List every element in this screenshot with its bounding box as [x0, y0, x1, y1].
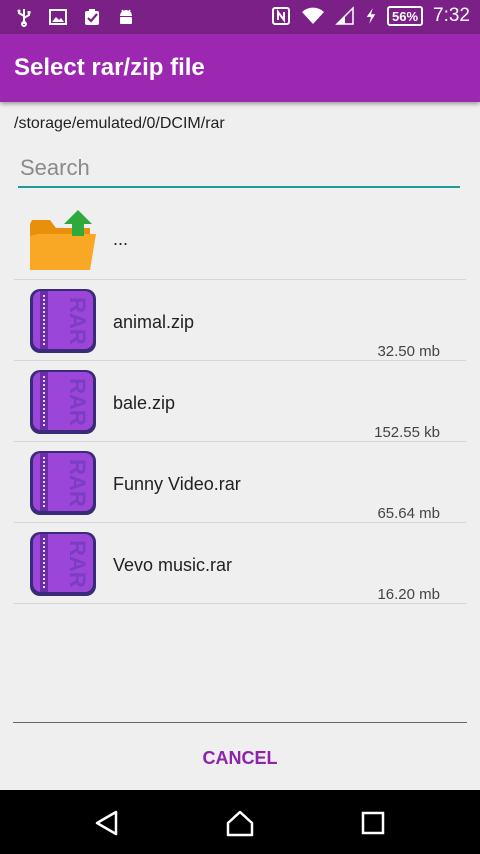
file-size: 152.55 kb: [374, 424, 440, 441]
divider: [13, 722, 467, 723]
clock: 7:32: [433, 5, 470, 26]
list-item-parent-folder[interactable]: ...: [14, 199, 466, 280]
svg-text:RAR: RAR: [65, 459, 90, 507]
rar-archive-icon: RAR: [30, 451, 96, 515]
file-list: ... RAR animal.zip 32.50 mb RAR bale.zip…: [14, 199, 466, 604]
page-title: Select rar/zip file: [14, 54, 205, 81]
svg-text:RAR: RAR: [65, 297, 90, 345]
clipboard-check-icon: [85, 9, 99, 25]
wifi-icon: [301, 7, 324, 24]
file-name: ...: [113, 229, 129, 249]
file-size: 32.50 mb: [377, 343, 440, 360]
back-icon[interactable]: [92, 808, 122, 838]
battery-percent: 56%: [391, 8, 419, 24]
list-item[interactable]: RAR Vevo music.rar 16.20 mb: [14, 523, 466, 604]
file-size: 16.20 mb: [377, 586, 440, 603]
signal-icon: [335, 6, 354, 25]
recents-icon[interactable]: [358, 808, 388, 838]
status-bar: 56% 7:32: [0, 0, 480, 34]
svg-text:RAR: RAR: [65, 540, 90, 588]
charging-icon: [366, 8, 376, 24]
file-name: Vevo music.rar: [113, 555, 233, 575]
file-name: animal.zip: [113, 312, 195, 332]
list-item[interactable]: RAR animal.zip 32.50 mb: [14, 280, 466, 361]
navigation-bar: [0, 790, 480, 854]
rar-archive-icon: RAR: [30, 532, 96, 596]
svg-text:RAR: RAR: [65, 378, 90, 426]
file-name: bale.zip: [113, 393, 176, 413]
file-name: Funny Video.rar: [113, 474, 241, 494]
usb-icon: [17, 9, 31, 27]
image-icon: [49, 9, 67, 25]
search-input[interactable]: [18, 150, 460, 188]
nfc-icon: [271, 7, 290, 25]
android-icon: [120, 9, 132, 24]
list-item[interactable]: RAR Funny Video.rar 65.64 mb: [14, 442, 466, 523]
folder-up-icon: [30, 210, 96, 270]
file-size: 65.64 mb: [377, 505, 440, 522]
list-item[interactable]: RAR bale.zip 152.55 kb: [14, 361, 466, 442]
rar-archive-icon: RAR: [30, 370, 96, 434]
app-bar: Select rar/zip file: [0, 34, 480, 102]
home-icon[interactable]: [225, 808, 255, 838]
cancel-button[interactable]: CANCEL: [160, 738, 320, 778]
battery-icon: 56%: [386, 6, 424, 26]
rar-archive-icon: RAR: [30, 289, 96, 353]
current-path: /storage/emulated/0/DCIM/rar: [14, 115, 225, 132]
